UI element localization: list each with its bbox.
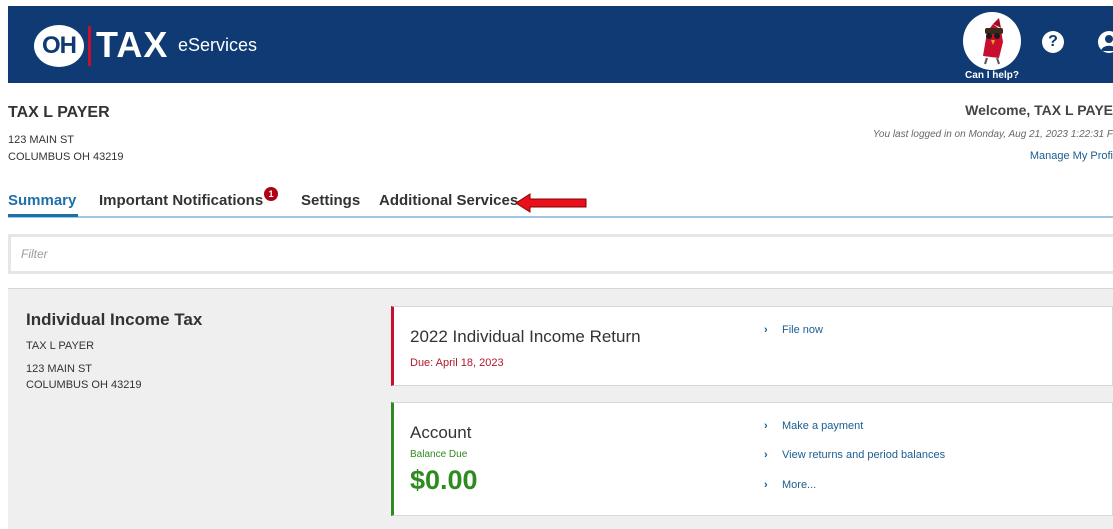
- balance-due-value: $0.00: [410, 465, 478, 495]
- view-returns-label: View returns and period balances: [782, 449, 946, 461]
- view-returns-link[interactable]: › View returns and period balances: [764, 449, 945, 461]
- help-icon[interactable]: ?: [1042, 31, 1064, 53]
- taxpayer-address-line1: 123 MAIN ST: [8, 134, 75, 146]
- tax-logo[interactable]: TAX: [96, 21, 168, 69]
- account-card: Account Balance Due $0.00 › Make a paymen…: [391, 402, 1113, 516]
- user-silhouette-icon: [1101, 35, 1113, 51]
- oh-logo[interactable]: OH: [34, 25, 84, 67]
- tab-additional-services[interactable]: Additional Services: [379, 192, 518, 209]
- eservices-logo-text[interactable]: eServices: [178, 33, 257, 57]
- more-label: More...: [782, 479, 817, 491]
- header-bar: OH TAX eServices Can I help? ?: [8, 6, 1113, 83]
- more-link[interactable]: › More...: [764, 479, 816, 491]
- taxpayer-address-line2: COLUMBUS OH 43219: [8, 151, 124, 163]
- tab-important-notifications-label: Important Notifications: [99, 192, 264, 209]
- chevron-right-icon: ›: [764, 324, 768, 336]
- make-payment-label: Make a payment: [782, 420, 864, 432]
- filter-input[interactable]: [11, 237, 1113, 271]
- tab-settings[interactable]: Settings: [301, 192, 360, 209]
- tab-important-notifications[interactable]: Important Notifications: [99, 192, 263, 209]
- account-type-title: Individual Income Tax: [26, 310, 203, 329]
- filter-bar: [8, 234, 1113, 274]
- account-card-title: Account: [410, 423, 472, 442]
- account-address-line1: 123 MAIN ST: [26, 363, 93, 375]
- file-now-label: File now: [782, 324, 823, 336]
- logo-divider: [88, 26, 91, 66]
- notification-badge: 1: [264, 187, 278, 201]
- user-account-icon[interactable]: [1098, 31, 1113, 53]
- account-address-line2: COLUMBUS OH 43219: [26, 379, 142, 391]
- tab-summary[interactable]: Summary: [8, 192, 76, 209]
- file-now-link[interactable]: › File now: [764, 324, 823, 336]
- make-payment-link[interactable]: › Make a payment: [764, 420, 863, 432]
- chevron-right-icon: ›: [764, 479, 768, 491]
- return-card: 2022 Individual Income Return Due: April…: [391, 306, 1113, 386]
- helper-label[interactable]: Can I help?: [954, 70, 1030, 81]
- red-arrow-annotation-icon: [516, 193, 587, 213]
- manage-profile-link[interactable]: Manage My Profi: [1030, 150, 1113, 162]
- taxpayer-name: TAX L PAYER: [8, 104, 110, 121]
- cardinal-icon: [983, 18, 1003, 65]
- active-tab-indicator: [8, 214, 78, 217]
- chevron-right-icon: ›: [764, 420, 768, 432]
- chevron-right-icon: ›: [764, 449, 768, 461]
- return-due-date: Due: April 18, 2023: [410, 357, 504, 369]
- cardinal-helper-button[interactable]: [963, 12, 1021, 70]
- return-title: 2022 Individual Income Return: [410, 327, 641, 346]
- account-holder-name: TAX L PAYER: [26, 340, 95, 352]
- last-login-text: You last logged in on Monday, Aug 21, 20…: [872, 129, 1113, 140]
- balance-due-label: Balance Due: [410, 449, 468, 460]
- welcome-message: Welcome, TAX L PAYE: [965, 102, 1113, 118]
